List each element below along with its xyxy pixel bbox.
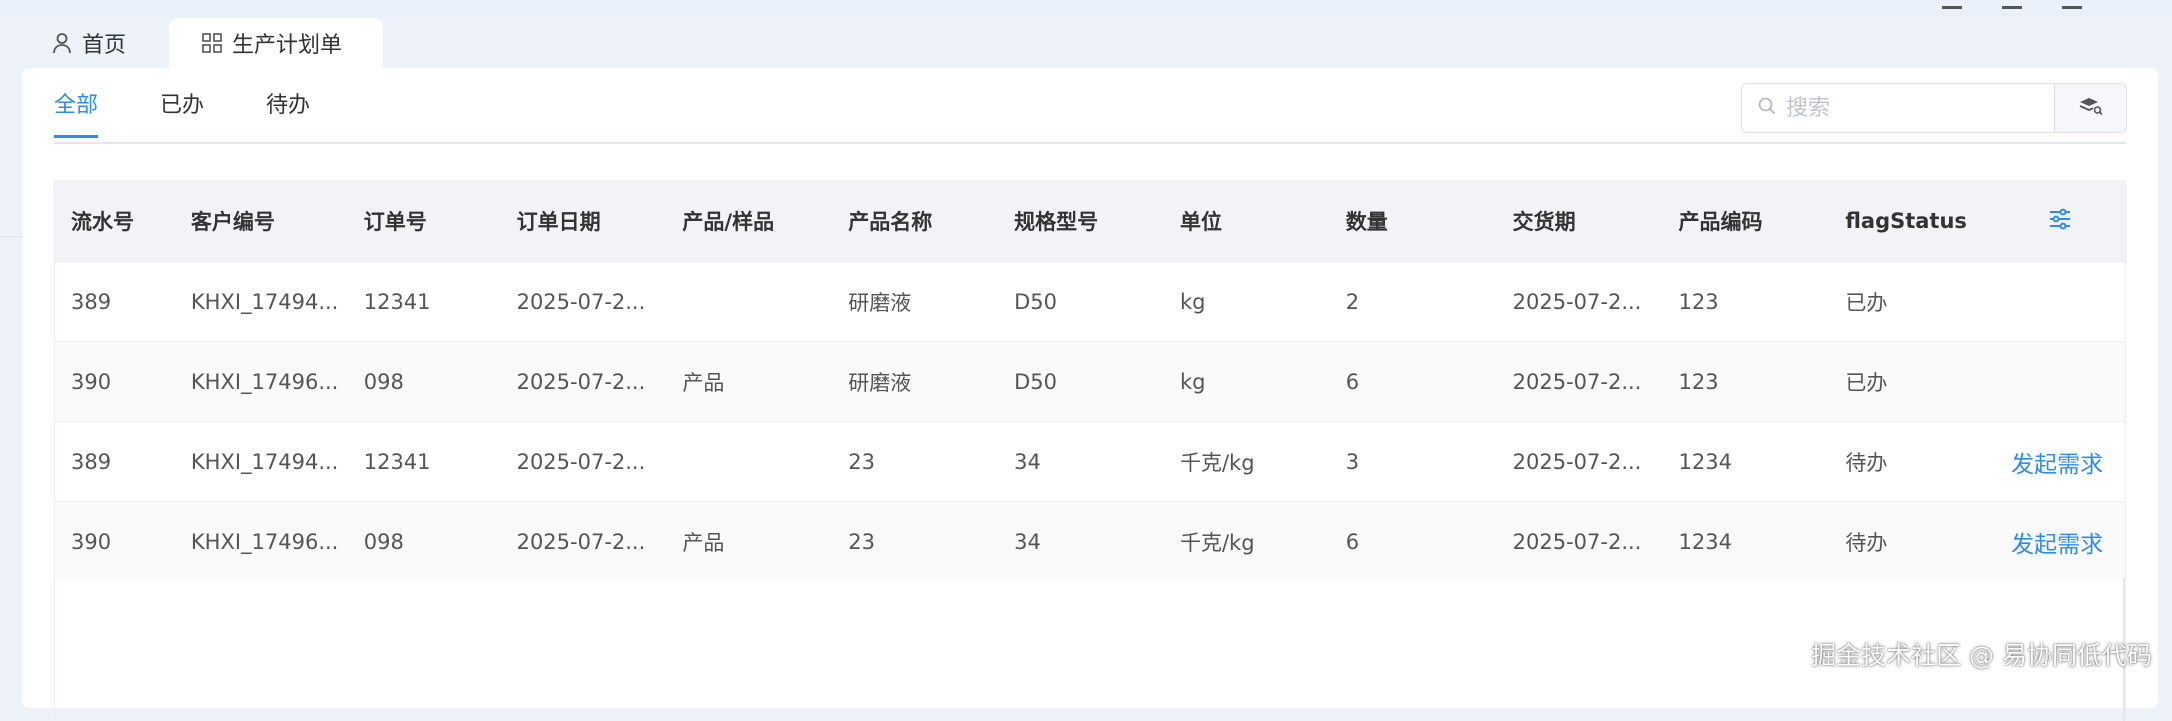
cell-product-sample: 产品 [682,530,725,555]
page-tab-production-plan[interactable]: 生产计划单 [169,18,383,68]
cell-quantity: 2 [1345,289,1360,314]
cell-customer-no: KHXI_17494... [190,289,339,314]
cell-flag-status: 已办 [1845,290,1888,315]
initiate-request-button[interactable]: 发起需求 [1995,525,2125,559]
initiate-request-button[interactable]: 发起需求 [1995,445,2125,479]
top-bar [0,0,2172,18]
cell-flag-status: 待办 [1845,450,1888,475]
column-header[interactable]: 流水号 [55,206,175,236]
cell-delivery-date: 2025-07-2... [1512,449,1642,474]
tab-todo[interactable]: 待办 [266,90,310,138]
table-header: 流水号 客户编号 订单号 订单日期 产品/样品 产品名称 规格型号 单位 数量 … [55,181,2125,261]
cell-quantity: 6 [1345,369,1360,394]
column-header[interactable]: 规格型号 [998,206,1164,236]
cell-customer-no: KHXI_17496... [190,369,339,394]
cell-serial-no: 389 [71,449,112,474]
page-tab-home[interactable]: 首页 [52,18,126,68]
tab-done[interactable]: 已办 [160,90,204,138]
column-header[interactable]: 订单号 [348,206,501,236]
cell-customer-no: KHXI_17496... [190,529,339,554]
table-row[interactable]: 389 KHXI_17494... 12341 2025-07-2... 23 … [55,421,2125,501]
cell-product-code: 123 [1678,369,1719,394]
cell-unit: kg [1179,289,1206,314]
cell-product-name: 研磨液 [848,370,912,395]
cell-unit: 千克/kg [1179,530,1255,555]
table-row[interactable]: 390 KHXI_17496... 098 2025-07-2... 产品 23… [55,501,2125,581]
cell-order-date: 2025-07-2... [516,289,646,314]
tabs-divider [54,142,2126,144]
search-icon [1758,97,1776,119]
column-header[interactable]: 订单日期 [501,206,667,236]
cell-product-code: 1234 [1678,449,1732,474]
sliders-icon [2048,208,2072,235]
page-tab-label: 首页 [82,33,127,58]
cell-delivery-date: 2025-07-2... [1512,529,1642,554]
toolbar-icon-1[interactable] [1942,0,1962,9]
cell-product-sample: 产品 [682,370,725,395]
cell-order-no: 12341 [363,289,431,314]
table-row[interactable]: 389 KHXI_17494... 12341 2025-07-2... 研磨液… [55,261,2125,341]
cell-flag-status: 待办 [1845,530,1888,555]
cell-unit: 千克/kg [1179,450,1255,475]
cell-product-code: 1234 [1678,529,1732,554]
search-input[interactable] [1784,94,2028,122]
column-header[interactable]: flagStatus [1829,209,1995,233]
cell-serial-no: 390 [71,529,112,554]
column-header[interactable]: 产品名称 [832,206,998,236]
cell-unit: kg [1179,369,1206,394]
cell-flag-status: 已办 [1845,370,1888,395]
watermark: 掘金技术社区 @ 易协同低代码 [1811,641,2152,670]
user-icon [52,32,72,54]
advanced-search-button[interactable] [2054,83,2127,133]
cell-delivery-date: 2025-07-2... [1512,369,1642,394]
page-tab-label: 生产计划单 [232,33,343,58]
column-header[interactable]: 交货期 [1497,206,1663,236]
cell-order-date: 2025-07-2... [516,369,646,394]
cell-product-name: 23 [848,529,875,554]
top-toolbar-icons [1942,0,2082,9]
tab-all[interactable]: 全部 [54,90,99,138]
content-card: 全部 已办 待办 流水号 客户编号 订单号 订单日期 产品/样品 产品名称 规格… [22,68,2158,721]
column-header[interactable]: 客户编号 [175,206,348,236]
cell-spec-model: D50 [1014,369,1058,394]
column-header[interactable]: 数量 [1330,206,1497,236]
cell-quantity: 6 [1345,529,1360,554]
cell-spec-model: 34 [1014,529,1041,554]
grid-icon [202,33,222,53]
cell-order-no: 12341 [363,449,431,474]
cell-delivery-date: 2025-07-2... [1512,289,1642,314]
cell-serial-no: 390 [71,369,112,394]
cell-spec-model: D50 [1014,289,1058,314]
toolbar-icon-3[interactable] [2062,0,2082,9]
cell-order-date: 2025-07-2... [516,449,646,474]
search-field [1741,83,2055,133]
cell-product-name: 研磨液 [848,290,912,315]
sidebar-edge [0,236,22,237]
cell-product-name: 23 [848,449,875,474]
cell-product-code: 123 [1678,289,1719,314]
column-settings-button[interactable] [1995,208,2125,235]
cell-quantity: 3 [1345,449,1360,474]
table-row[interactable]: 390 KHXI_17496... 098 2025-07-2... 产品 研磨… [55,341,2125,421]
column-header[interactable]: 产品编码 [1662,206,1829,236]
cell-order-date: 2025-07-2... [516,529,646,554]
filter-tabs: 全部 已办 待办 [54,90,310,138]
column-header[interactable]: 产品/样品 [666,206,832,236]
layers-search-icon [2079,96,2103,120]
column-header[interactable]: 单位 [1164,206,1330,236]
cell-serial-no: 389 [71,289,112,314]
cell-spec-model: 34 [1014,449,1041,474]
cell-customer-no: KHXI_17494... [190,449,339,474]
cell-order-no: 098 [363,369,404,394]
cell-order-no: 098 [363,529,404,554]
toolbar-icon-2[interactable] [2002,0,2022,9]
